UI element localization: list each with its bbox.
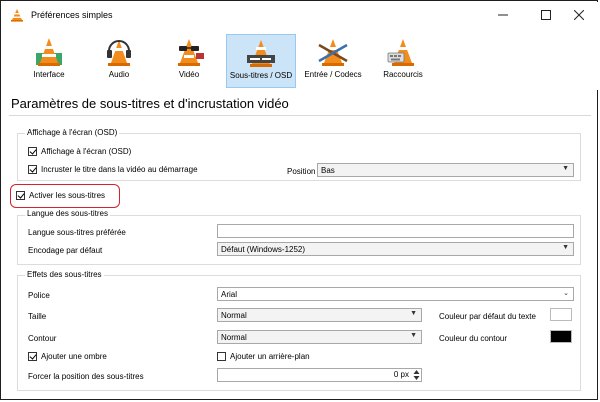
osd-enable-label: Affichage à l'écran (OSD) (41, 147, 132, 156)
tab-video[interactable]: Vidéo (154, 34, 224, 88)
subtitle-language-group (17, 215, 581, 265)
subtitle-language-group-title: Langue des sous-titres (25, 209, 110, 218)
tab-input-codecs[interactable]: Entrée / Codecs (298, 34, 368, 88)
background-checkbox[interactable] (217, 352, 226, 361)
default-encoding-select[interactable]: Défaut (Windows-1252) ▼ (217, 242, 574, 256)
maximize-icon (541, 10, 551, 20)
minimize-icon (498, 14, 508, 16)
outline-color-label: Couleur du contour (439, 334, 508, 343)
position-label: Position (287, 167, 316, 176)
text-color-label: Couleur par défaut du texte (439, 312, 536, 321)
force-position-spinbox[interactable]: 0 px (217, 368, 422, 382)
shadow-label: Ajouter une ombre (41, 352, 107, 361)
size-select[interactable]: Normal ▼ (217, 308, 422, 322)
osd-enable-checkbox[interactable] (28, 147, 37, 156)
dropdown-arrow-icon: ▼ (562, 244, 569, 251)
tab-interface[interactable]: Interface (14, 34, 84, 88)
spin-arrows-icon[interactable] (413, 369, 420, 381)
outline-select[interactable]: Normal ▼ (217, 330, 422, 344)
osd-group-title: Affichage à l'écran (OSD) (25, 128, 120, 137)
dropdown-arrow-icon: ▼ (410, 310, 417, 317)
audio-headphones-cone-icon (107, 40, 131, 66)
close-icon (574, 10, 584, 20)
force-position-label: Forcer la position des sous-titres (28, 372, 144, 381)
subtitles-cone-icon (247, 40, 275, 67)
default-encoding-value: Défaut (Windows-1252) (221, 244, 306, 254)
force-position-value: 0 px (393, 370, 409, 379)
input-codecs-cone-icon (318, 39, 348, 66)
show-title-row[interactable]: Incruster le titre dans la vidéo au déma… (28, 165, 198, 174)
tab-audio-label: Audio (108, 70, 130, 79)
tab-subtitles-osd[interactable]: Sous-titres / OSD (226, 34, 296, 88)
subtitle-effects-group-title: Effets des sous-titres (25, 270, 104, 279)
video-glasses-cone-icon (178, 39, 204, 66)
tab-shortcuts[interactable]: Raccourcis (368, 34, 438, 88)
enable-subtitles-row[interactable]: Activer les sous-titres (16, 191, 105, 200)
osd-enable-row[interactable]: Affichage à l'écran (OSD) (28, 147, 131, 156)
shadow-checkbox[interactable] (28, 352, 37, 361)
dropdown-arrow-icon: ▼ (410, 332, 417, 339)
heading-divider (9, 115, 591, 116)
tab-subtitles-osd-label: Sous-titres / OSD (229, 71, 293, 80)
show-title-checkbox[interactable] (28, 165, 37, 174)
vlc-cone-icon (11, 9, 23, 22)
maximize-button[interactable] (532, 6, 560, 24)
shortcuts-keyboard-cone-icon (387, 39, 414, 66)
text-color-swatch[interactable] (550, 308, 572, 321)
position-value: Bas (321, 165, 335, 175)
enable-subtitles-checkbox[interactable] (16, 191, 25, 200)
font-select[interactable]: Arial ⌄ (217, 287, 574, 301)
preferred-language-input[interactable] (217, 224, 574, 238)
outline-color-swatch[interactable] (550, 330, 572, 343)
outline-value: Normal (221, 332, 247, 342)
tab-shortcuts-label: Raccourcis (383, 70, 423, 79)
tab-video-label: Vidéo (178, 70, 200, 79)
show-title-label: Incruster le titre dans la vidéo au déma… (41, 165, 198, 174)
font-value: Arial (221, 289, 238, 299)
page-title: Paramètres de sous-titres et d'incrustat… (11, 96, 289, 111)
size-value: Normal (221, 310, 247, 320)
preferences-window: Préférences simples Interface Audio Vidé… (0, 0, 598, 400)
dropdown-arrow-icon: ▼ (562, 165, 569, 172)
tab-input-codecs-label: Entrée / Codecs (304, 70, 362, 79)
minimize-button[interactable] (489, 6, 517, 24)
font-label: Police (28, 291, 50, 300)
background-row[interactable]: Ajouter un arrière-plan (217, 352, 310, 361)
tab-interface-label: Interface (33, 70, 65, 79)
position-select[interactable]: Bas ▼ (317, 163, 574, 177)
preferred-language-label: Langue sous-titres préférée (28, 228, 126, 237)
shadow-row[interactable]: Ajouter une ombre (28, 352, 107, 361)
size-label: Taille (28, 312, 47, 321)
chevron-down-icon: ⌄ (563, 290, 569, 297)
window-title: Préférences simples (31, 10, 113, 20)
tab-audio[interactable]: Audio (84, 34, 154, 88)
default-encoding-label: Encodage par défaut (28, 246, 103, 255)
background-label: Ajouter un arrière-plan (230, 352, 310, 361)
preferences-toolbar: Interface Audio Vidéo Sous-titres / OSD … (2, 28, 598, 90)
title-bar: Préférences simples (2, 2, 598, 28)
outline-label: Contour (28, 334, 57, 343)
interface-cone-icon (36, 38, 62, 66)
close-button[interactable] (565, 6, 593, 24)
enable-subtitles-label: Activer les sous-titres (29, 191, 106, 200)
